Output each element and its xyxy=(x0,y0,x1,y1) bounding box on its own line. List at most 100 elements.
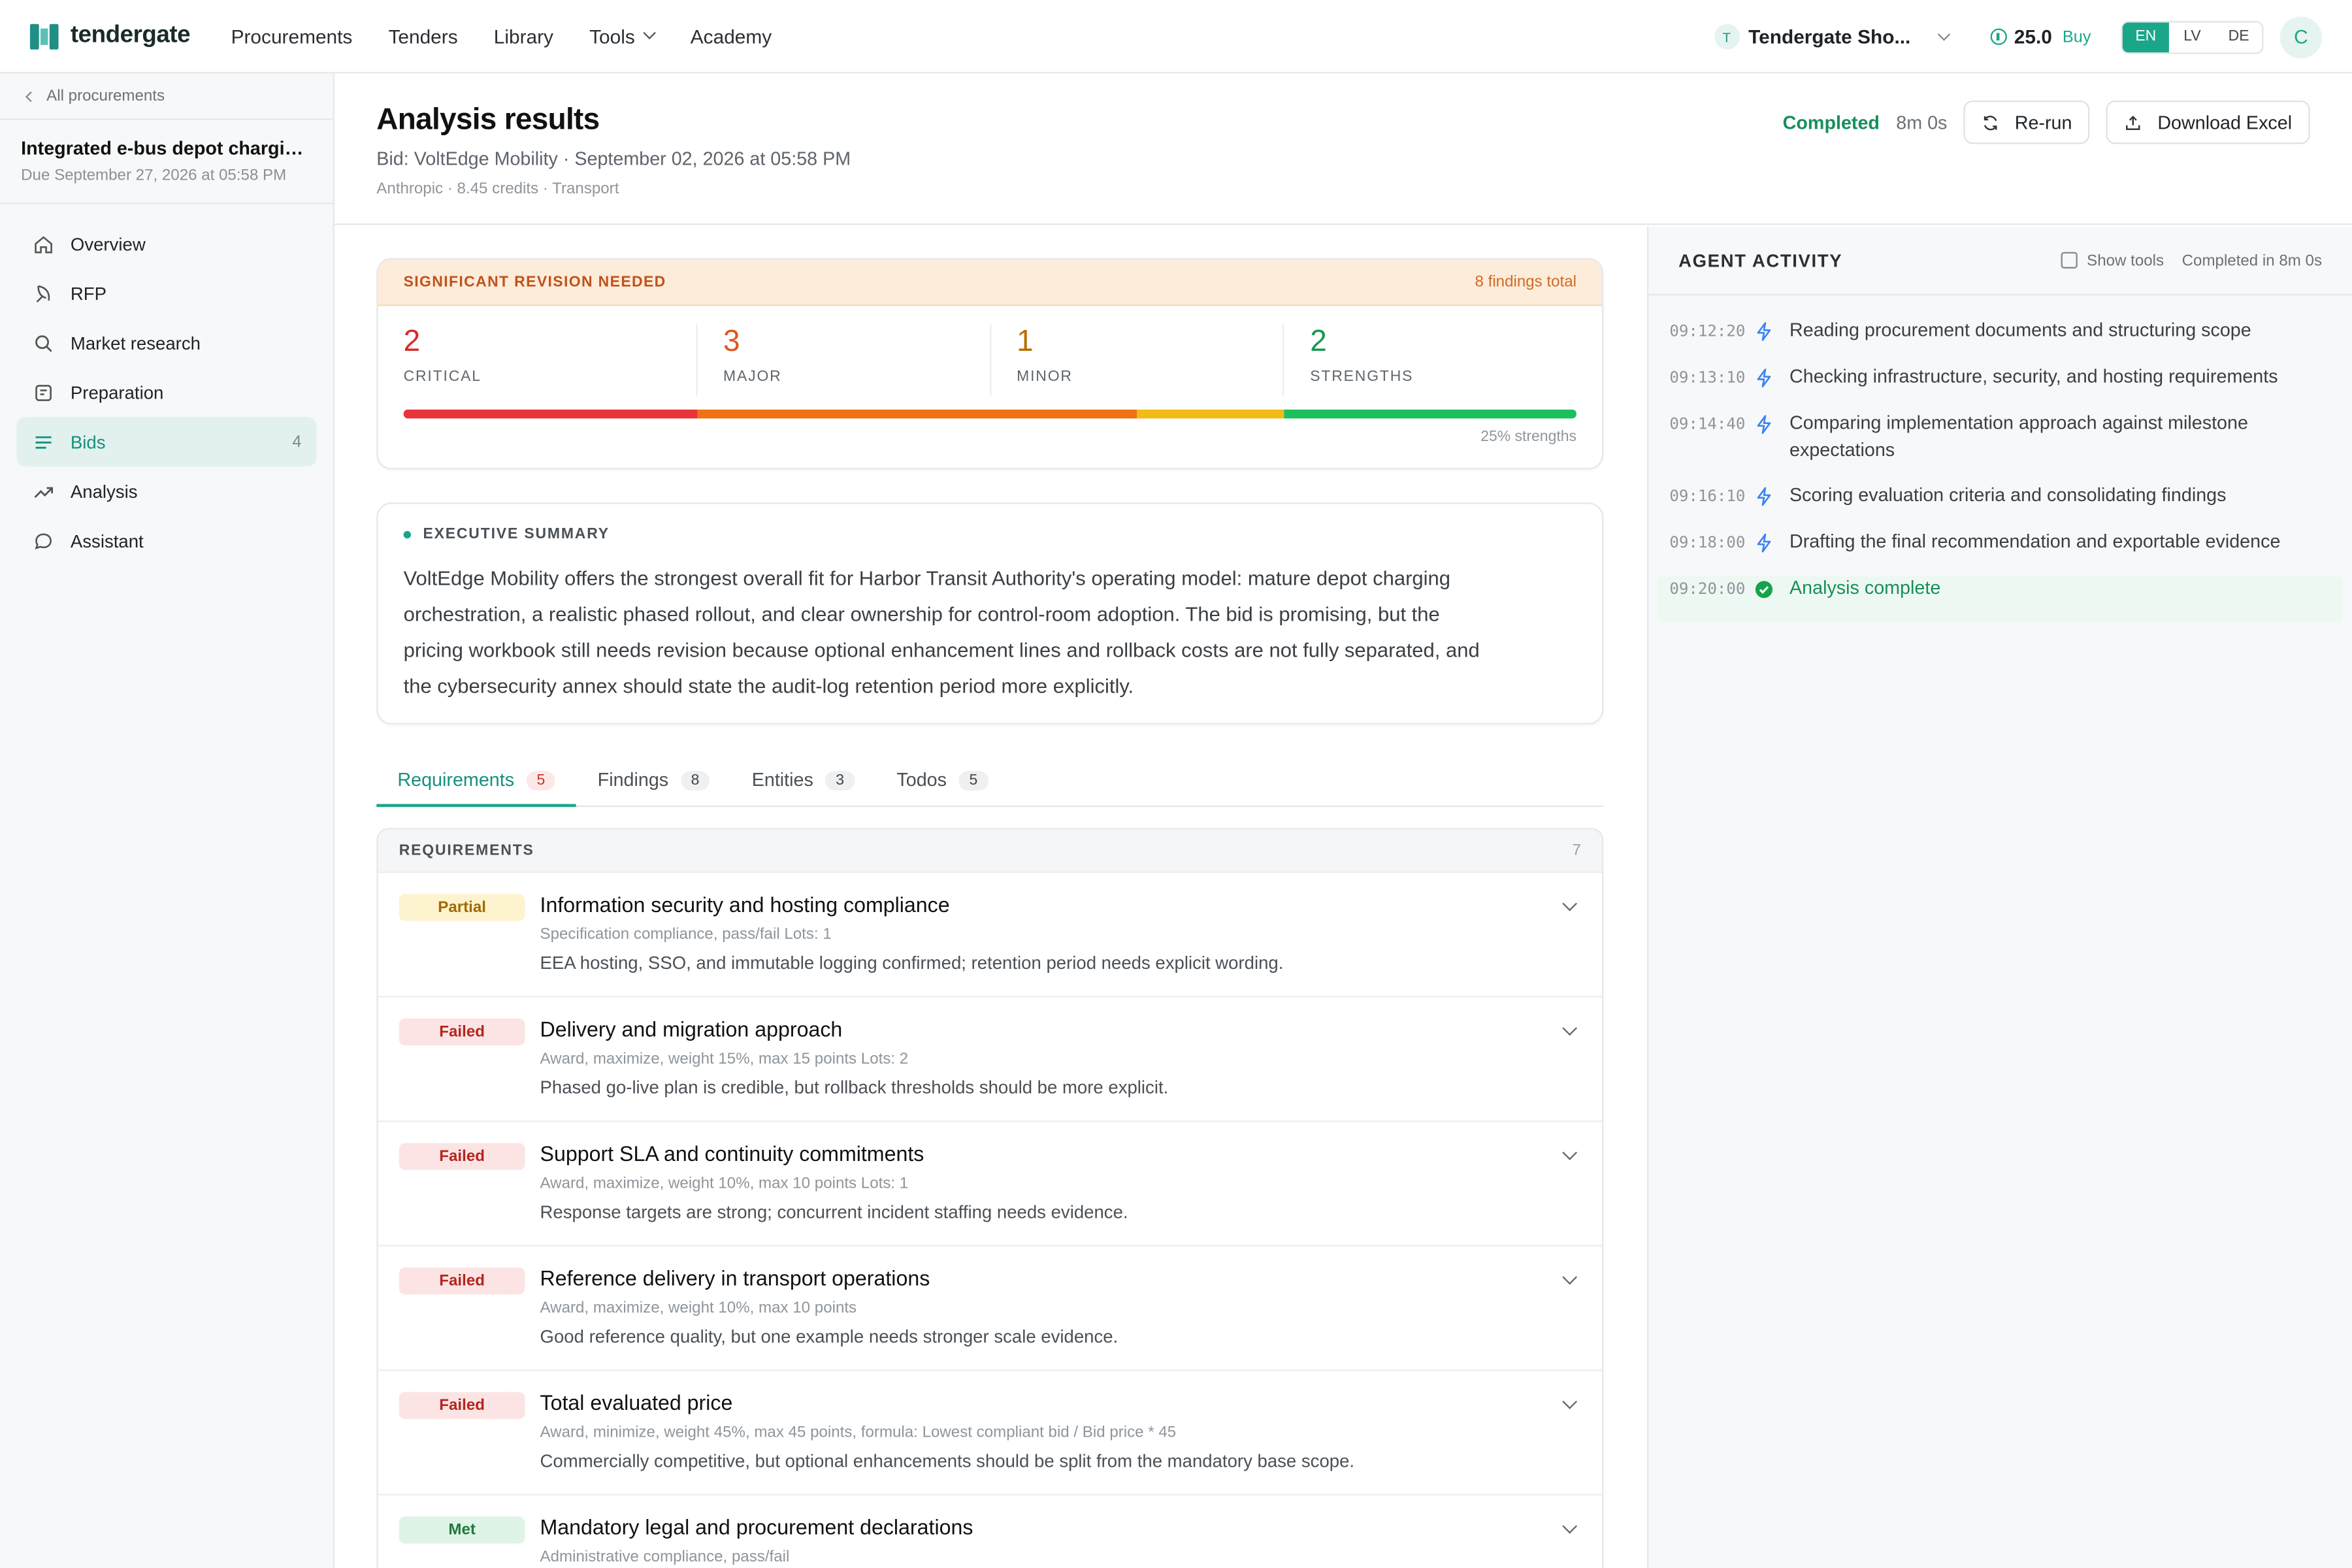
page-subtitle: Bid: VoltEdge Mobility · September 02, 2… xyxy=(376,148,851,170)
sidebar-item-market-research[interactable]: Market research xyxy=(16,318,316,368)
tab-entities[interactable]: Entities 3 xyxy=(731,760,876,807)
check-circle-icon xyxy=(1755,581,1773,598)
chevron-down-icon[interactable] xyxy=(1562,1145,1578,1160)
chevron-left-icon xyxy=(25,91,37,103)
show-tools-checkbox[interactable] xyxy=(2061,252,2078,269)
stat-value: 1 xyxy=(1017,325,1034,359)
activity-completed-in: Completed in 8m 0s xyxy=(2181,251,2323,270)
stat-critical: 2 CRITICAL xyxy=(404,324,696,396)
requirement-row[interactable]: Failed Reference delivery in transport o… xyxy=(378,1247,1603,1371)
sidebar-item-label: Overview xyxy=(70,233,146,255)
event-text: Drafting the final recommendation and ex… xyxy=(1789,531,2281,552)
user-avatar[interactable]: C xyxy=(2279,16,2323,58)
requirement-title: Information security and hosting complia… xyxy=(540,892,950,917)
requirement-row[interactable]: Met Mandatory legal and procurement decl… xyxy=(378,1495,1602,1568)
activity-event-complete: 09:20:00 Analysis complete xyxy=(1657,576,2344,623)
event-time: 09:16:10 xyxy=(1669,487,1746,506)
tab-label: Todos xyxy=(896,769,947,791)
language-switcher: EN LV DE xyxy=(2121,20,2264,54)
event-text: Analysis complete xyxy=(1789,577,1941,599)
activity-controls: Show tools Completed in 8m 0s xyxy=(2061,251,2323,270)
requirements-heading: REQUIREMENTS xyxy=(399,842,534,859)
tab-label: Findings xyxy=(597,769,669,791)
nav-link-tenders[interactable]: Tenders xyxy=(388,25,457,47)
summary-heading: EXECUTIVE SUMMARY xyxy=(403,526,610,544)
requirement-title: Mandatory legal and procurement declarat… xyxy=(540,1514,973,1539)
tab-requirements[interactable]: Requirements 5 xyxy=(376,760,577,808)
rerun-button[interactable]: Re-run xyxy=(1963,100,2091,144)
org-badge: T xyxy=(1714,24,1740,50)
event-text: Comparing implementation approach agains… xyxy=(1789,412,2248,460)
chevron-down-icon xyxy=(644,26,657,40)
event-time: 09:14:40 xyxy=(1669,415,1746,434)
activity-event: 09:14:40 Comparing implementation approa… xyxy=(1648,411,2352,483)
buy-credits-link[interactable]: Buy xyxy=(2063,27,2091,46)
tab-findings[interactable]: Findings 8 xyxy=(577,760,731,807)
header-actions: Completed 8m 0s Re-run Download Excel xyxy=(1782,100,2310,144)
sidebar-item-label: Market research xyxy=(70,332,201,353)
nav-link-tools[interactable]: Tools xyxy=(589,25,657,47)
chevron-down-icon[interactable] xyxy=(1562,1518,1578,1534)
status-badge: Completed xyxy=(1782,112,1880,133)
status-pill: Failed xyxy=(399,1392,525,1419)
org-switcher[interactable]: T Tendergate Sho... xyxy=(1714,24,1950,50)
bullet-dot-icon xyxy=(403,531,412,539)
bolt-icon xyxy=(1757,415,1771,434)
lang-de-button[interactable]: DE xyxy=(2215,22,2262,52)
download-excel-button[interactable]: Download Excel xyxy=(2106,100,2310,144)
page-title: Analysis results xyxy=(376,103,600,137)
tab-todos[interactable]: Todos 5 xyxy=(875,760,1009,807)
chevron-down-icon[interactable] xyxy=(1562,1269,1578,1285)
requirement-row[interactable]: Failed Support SLA and continuity commit… xyxy=(378,1122,1603,1247)
nav-link-academy[interactable]: Academy xyxy=(691,25,772,47)
activity-event: 09:13:10 Checking infrastructure, securi… xyxy=(1648,365,2352,411)
status-pill: Met xyxy=(399,1516,525,1544)
nav-link-library[interactable]: Library xyxy=(494,25,553,47)
requirement-row[interactable]: Failed Delivery and migration approach A… xyxy=(378,998,1603,1122)
severity-banner: SIGNIFICANT REVISION NEEDED 8 findings t… xyxy=(378,259,1603,306)
nav-links: Procurements Tenders Library Tools Acade… xyxy=(231,25,808,47)
sidebar-item-overview[interactable]: Overview xyxy=(16,219,316,269)
tab-count: 8 xyxy=(680,771,710,791)
requirement-description: Response targets are strong; concurrent … xyxy=(540,1201,1128,1223)
chevron-down-icon[interactable] xyxy=(1562,1021,1578,1036)
tab-count: 5 xyxy=(526,771,556,791)
event-time: 09:20:00 xyxy=(1669,580,1746,599)
app-root: tendergate Procurements Tenders Library … xyxy=(0,0,2352,1568)
sidebar-item-label: Analysis xyxy=(70,480,138,502)
requirement-title: Support SLA and continuity commitments xyxy=(540,1141,924,1166)
sidebar-item-analysis[interactable]: Analysis xyxy=(16,466,316,516)
page-meta: Anthropic · 8.45 credits · Transport xyxy=(376,180,619,199)
project-title: Integrated e-bus depot charging and ener… xyxy=(21,138,312,159)
tab-label: Entities xyxy=(751,769,813,791)
back-link[interactable]: All procurements xyxy=(0,73,333,120)
lang-lv-button[interactable]: LV xyxy=(2169,22,2215,52)
chevron-down-icon[interactable] xyxy=(1562,896,1578,911)
lang-en-button[interactable]: EN xyxy=(2122,22,2169,52)
requirement-description: Commercially competitive, but optional e… xyxy=(540,1450,1355,1472)
chevron-down-icon[interactable] xyxy=(1562,1394,1578,1409)
requirement-meta: Award, maximize, weight 10%, max 10 poin… xyxy=(540,1174,909,1193)
brand-logo[interactable]: tendergate xyxy=(29,22,231,49)
activity-list: 09:12:20 Reading procurement documents a… xyxy=(1648,295,2352,623)
sidebar-item-label: Bids xyxy=(70,431,106,453)
strengths-percentage: 25% strengths xyxy=(1480,429,1576,446)
show-tools-label: Show tools xyxy=(2087,251,2164,270)
sidebar-item-bids[interactable]: Bids 4 xyxy=(16,417,317,467)
sidebar-item-rfp[interactable]: RFP xyxy=(16,269,316,318)
requirement-meta: Specification compliance, pass/fail Lots… xyxy=(540,925,832,944)
nav-link-procurements[interactable]: Procurements xyxy=(231,25,353,47)
summary-heading-label: EXECUTIVE SUMMARY xyxy=(423,526,610,544)
sidebar-item-assistant[interactable]: Assistant xyxy=(16,516,316,566)
requirement-row[interactable]: Failed Total evaluated price Award, mini… xyxy=(378,1371,1603,1496)
upload-icon xyxy=(2126,114,2141,129)
event-text: Checking infrastructure, security, and h… xyxy=(1789,366,2278,387)
stat-minor: 1 MINOR xyxy=(989,323,1283,397)
requirement-row[interactable]: Partial Information security and hosting… xyxy=(378,873,1603,998)
sidebar-item-preparation[interactable]: Preparation xyxy=(16,367,316,417)
clipboard-icon xyxy=(35,384,52,400)
severity-bar-segment xyxy=(1283,409,1576,419)
stat-label: MINOR xyxy=(1017,368,1073,386)
status-pill: Partial xyxy=(399,894,525,921)
requirement-description: Good reference quality, but one example … xyxy=(540,1326,1119,1347)
